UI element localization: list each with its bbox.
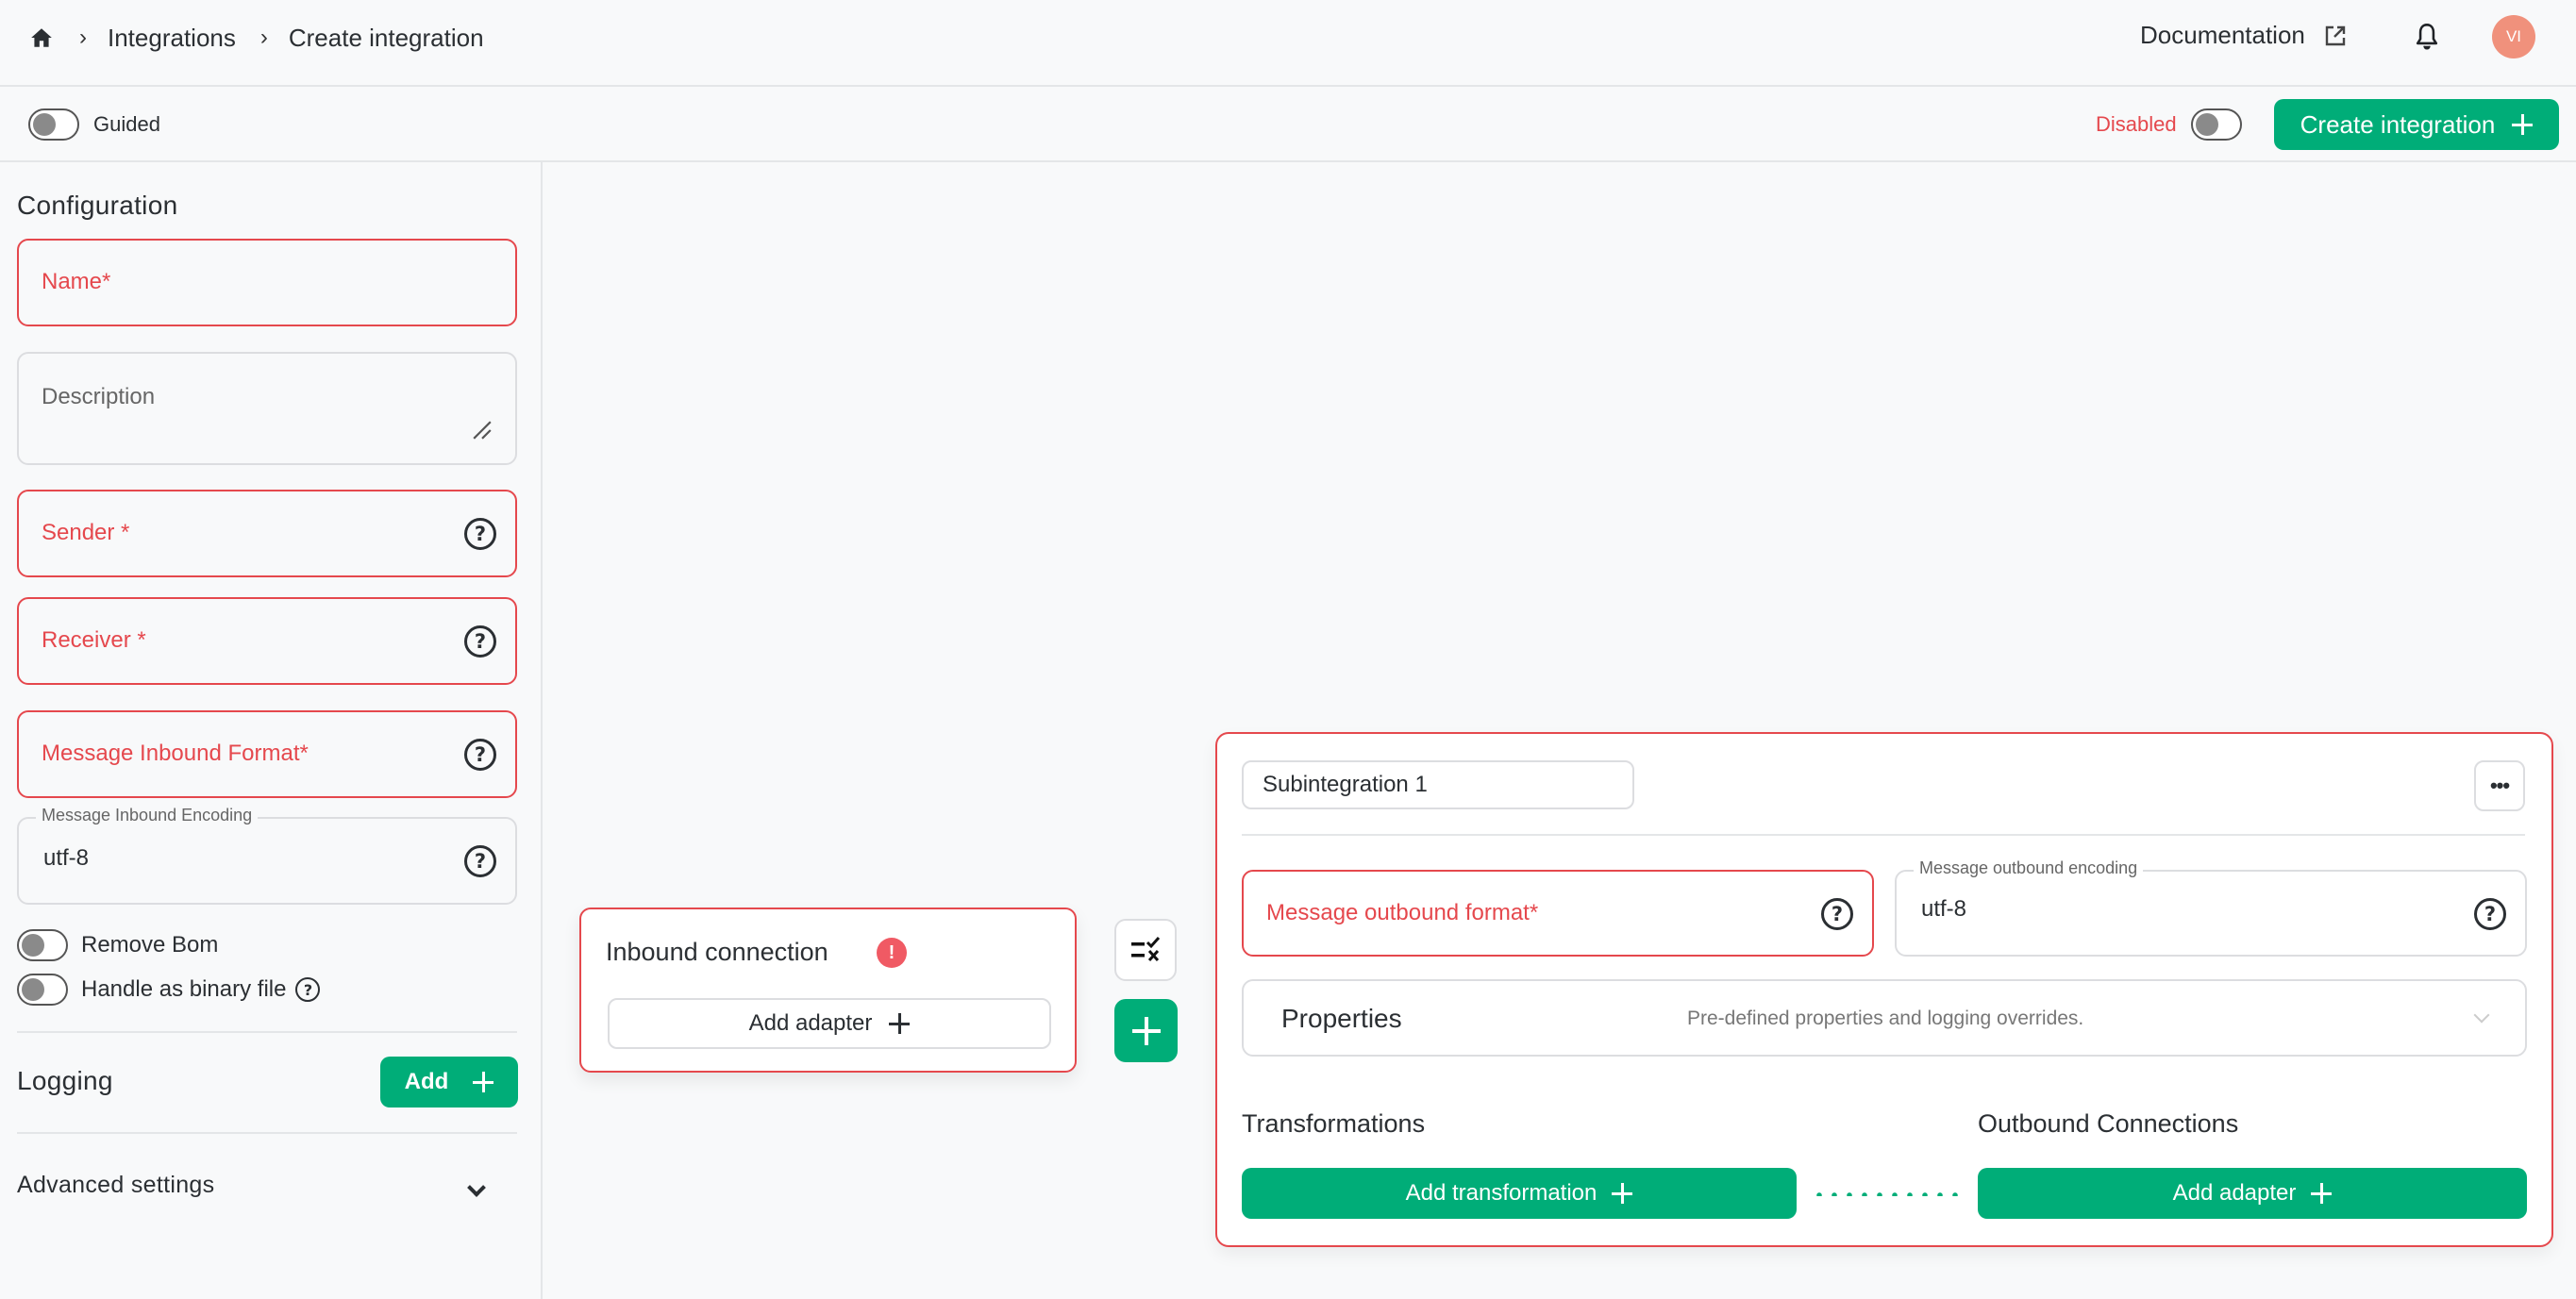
configuration-sidebar: Configuration Name* Description Sender *… bbox=[0, 162, 543, 1299]
help-icon[interactable]: ? bbox=[464, 845, 496, 877]
external-link-icon bbox=[2325, 25, 2346, 45]
logging-title: Logging bbox=[17, 1066, 113, 1095]
inbound-connection-title: Inbound connection bbox=[606, 938, 828, 966]
inbound-format-field[interactable]: Message Inbound Format* ? bbox=[17, 710, 517, 798]
add-transformation-label: Add transformation bbox=[1405, 1180, 1597, 1206]
user-avatar[interactable]: VI bbox=[2492, 15, 2535, 58]
outbound-format-label: Message outbound format* bbox=[1266, 900, 1539, 925]
action-bar: Guided Disabled Create integration bbox=[0, 87, 2576, 162]
advanced-settings-label: Advanced settings bbox=[17, 1172, 215, 1198]
divider bbox=[1242, 834, 2525, 836]
inbound-encoding-value: utf-8 bbox=[43, 845, 90, 871]
plus-icon bbox=[1612, 1183, 1633, 1204]
plus-icon bbox=[473, 1072, 494, 1092]
configuration-title: Configuration bbox=[17, 191, 178, 220]
add-transformation-button[interactable]: Add transformation bbox=[1242, 1168, 1797, 1219]
binary-file-label: Handle as binary file bbox=[81, 976, 287, 1002]
binary-file-toggle[interactable] bbox=[17, 974, 68, 1006]
ellipsis-icon: ••• bbox=[2489, 774, 2510, 797]
error-alert-icon: ! bbox=[877, 938, 907, 968]
outbound-encoding-field[interactable]: Message outbound encoding utf-8 ? bbox=[1895, 858, 2527, 957]
subintegration-name-input[interactable] bbox=[1242, 760, 1634, 809]
create-integration-button[interactable]: Create integration bbox=[2274, 99, 2559, 150]
notification-bell-icon[interactable] bbox=[2414, 23, 2440, 51]
connector-dots bbox=[1812, 1192, 1963, 1196]
help-icon[interactable]: ? bbox=[2474, 898, 2506, 930]
inbound-connection-card: Inbound connection ! Add adapter bbox=[579, 908, 1077, 1073]
add-adapter-label: Add adapter bbox=[748, 1010, 873, 1036]
outbound-connections-title: Outbound Connections bbox=[1978, 1109, 2239, 1138]
validate-button[interactable] bbox=[1114, 919, 1177, 981]
remove-bom-label: Remove Bom bbox=[81, 932, 219, 958]
help-icon[interactable]: ? bbox=[464, 518, 496, 550]
status-label: Disabled bbox=[2096, 112, 2177, 136]
divider bbox=[17, 1031, 517, 1033]
sender-field[interactable]: Sender * ? bbox=[17, 490, 517, 577]
plus-icon bbox=[889, 1013, 911, 1034]
help-icon[interactable]: ? bbox=[295, 977, 321, 1002]
plus-icon bbox=[2311, 1183, 2333, 1204]
name-label: Name* bbox=[42, 269, 111, 294]
help-icon[interactable]: ? bbox=[464, 739, 496, 771]
outbound-encoding-value: utf-8 bbox=[1921, 896, 1967, 922]
breadcrumb-integrations[interactable]: Integrations bbox=[108, 24, 236, 53]
inbound-encoding-field[interactable]: Message Inbound Encoding utf-8 ? bbox=[17, 806, 517, 905]
breadcrumb: › Integrations › Create integration bbox=[28, 21, 484, 55]
name-field[interactable]: Name* bbox=[17, 239, 517, 326]
chevron-right-icon: › bbox=[259, 25, 268, 50]
chevron-down-icon[interactable] bbox=[467, 1178, 486, 1197]
add-adapter-label: Add adapter bbox=[2172, 1180, 2297, 1206]
create-integration-label: Create integration bbox=[2300, 109, 2496, 139]
checklist-icon bbox=[1131, 937, 1161, 962]
home-icon[interactable] bbox=[28, 25, 55, 50]
chevron-right-icon: › bbox=[79, 25, 87, 50]
chevron-down-icon[interactable] bbox=[2473, 1007, 2490, 1024]
receiver-field[interactable]: Receiver * ? bbox=[17, 597, 517, 685]
plus-icon bbox=[2512, 114, 2534, 135]
breadcrumb-current: Create integration bbox=[288, 23, 484, 52]
properties-title: Properties bbox=[1281, 1004, 1402, 1033]
add-logging-button[interactable]: Add bbox=[380, 1057, 518, 1107]
outbound-format-field[interactable]: Message outbound format* ? bbox=[1242, 870, 1874, 957]
inbound-format-label: Message Inbound Format* bbox=[42, 741, 309, 766]
inbound-encoding-label: Message Inbound Encoding bbox=[36, 806, 259, 825]
documentation-label: Documentation bbox=[2140, 21, 2305, 49]
properties-accordion[interactable]: Properties Pre-defined properties and lo… bbox=[1242, 979, 2527, 1057]
remove-bom-switch[interactable]: Remove Bom bbox=[17, 929, 218, 961]
add-subintegration-button[interactable] bbox=[1114, 999, 1178, 1062]
remove-bom-toggle[interactable] bbox=[17, 929, 68, 961]
enable-toggle[interactable] bbox=[2191, 108, 2242, 141]
description-field[interactable]: Description bbox=[17, 352, 517, 465]
more-options-button[interactable]: ••• bbox=[2474, 760, 2525, 811]
transformations-title: Transformations bbox=[1242, 1109, 1426, 1138]
documentation-link[interactable]: Documentation bbox=[2140, 21, 2347, 50]
properties-description: Pre-defined properties and logging overr… bbox=[1687, 1008, 2084, 1029]
add-outbound-adapter-button[interactable]: Add adapter bbox=[1978, 1168, 2527, 1219]
outbound-encoding-label: Message outbound encoding bbox=[1914, 858, 2144, 878]
resize-handle-icon[interactable] bbox=[472, 420, 493, 441]
top-header: › Integrations › Create integration Docu… bbox=[0, 0, 2576, 87]
guided-toggle[interactable] bbox=[28, 108, 79, 141]
plus-icon bbox=[1131, 1016, 1161, 1045]
help-icon[interactable]: ? bbox=[464, 625, 496, 658]
receiver-label: Receiver * bbox=[42, 627, 146, 653]
guided-label: Guided bbox=[93, 112, 160, 136]
divider bbox=[17, 1132, 517, 1134]
help-icon[interactable]: ? bbox=[1821, 898, 1853, 930]
binary-file-switch[interactable]: Handle as binary file ? bbox=[17, 974, 321, 1006]
add-logging-label: Add bbox=[404, 1069, 449, 1094]
description-placeholder: Description bbox=[42, 384, 156, 409]
subintegration-card: ••• Message outbound format* ? Message o… bbox=[1215, 732, 2553, 1247]
add-inbound-adapter-button[interactable]: Add adapter bbox=[608, 998, 1051, 1049]
sender-label: Sender * bbox=[42, 520, 130, 545]
